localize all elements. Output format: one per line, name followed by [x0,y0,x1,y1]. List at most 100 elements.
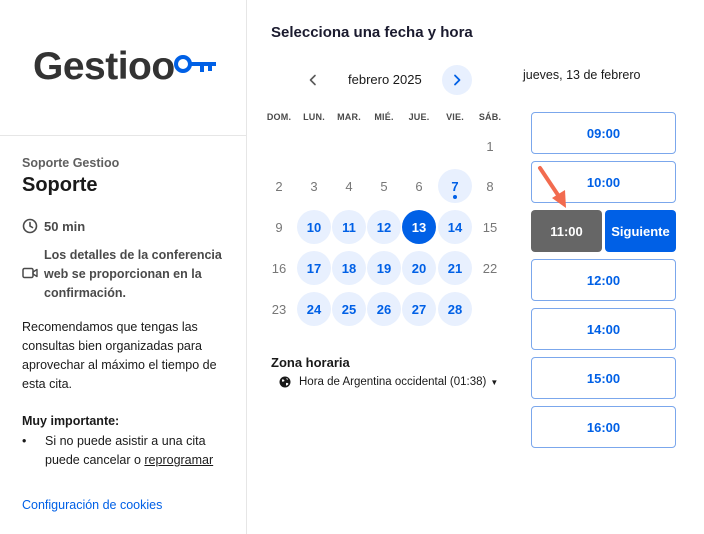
calendar-day: 6 [402,169,436,203]
calendar-day-number: 6 [415,178,423,194]
chevron-right-icon [454,74,461,86]
selected-date-label: jueves, 13 de febrero [523,68,641,82]
calendar-day-available[interactable]: 28 [438,292,472,326]
logo-text: Gestioo [33,45,175,88]
page-title: Selecciona una fecha y hora [271,24,473,41]
calendar-day-number: 2 [275,178,283,194]
calendar-day-number: 25 [341,301,357,317]
calendar-day-available[interactable]: 11 [332,210,366,244]
caret-down-icon: ▼ [490,377,499,387]
calendar-day-selected[interactable]: 13 [402,210,436,244]
calendar-day-number: 20 [411,260,427,276]
weekday-header: MAR. [337,112,361,122]
important-item: • Si no puede asistir a una cita puede c… [22,432,237,470]
weekday-header: JUE. [408,112,430,122]
duration-text: 50 min [44,218,86,234]
calendar-day-number: 21 [447,260,463,276]
calendar-day: 16 [262,251,296,285]
weekday-header: VIE. [446,112,464,122]
calendar-day-today[interactable]: 7 [438,169,472,203]
next-month-button[interactable] [442,65,472,95]
calendar-day-number: 11 [342,219,356,235]
calendar-day: 2 [262,169,296,203]
duration: 50 min [22,218,85,234]
calendar-day: 3 [297,169,331,203]
time-slot[interactable]: 09:00 [531,112,676,154]
weekday-header: LUN. [303,112,325,122]
time-slot-selected[interactable]: 11:00 [531,210,602,252]
calendar-day: 4 [332,169,366,203]
calendar-day-available[interactable]: 19 [367,251,401,285]
event-owner: Soporte Gestioo [22,156,120,170]
important-title: Muy importante: [22,414,120,428]
calendar-day-number: 18 [341,260,357,276]
calendar-day-available[interactable]: 10 [297,210,331,244]
calendar-day: 23 [262,292,296,326]
calendar-day: 22 [473,251,507,285]
important-text-wrap: Si no puede asistir a una cita puede can… [45,432,237,470]
key-icon [173,52,218,81]
calendar-day-available[interactable]: 26 [367,292,401,326]
weekday-header: DOM. [266,112,292,122]
calendar-day: 1 [473,129,507,163]
gestioo-logo: Gestioo [33,47,218,86]
timezone-value: Hora de Argentina occidental (01:38) [299,376,487,388]
logo-area: Gestioo [0,0,246,136]
calendar-day-available[interactable]: 18 [332,251,366,285]
timezone-select[interactable]: Hora de Argentina occidental (01:38) ▼ [279,376,498,388]
calendar-day-number: 10 [306,219,322,235]
calendar-day-number: 23 [271,301,287,317]
calendar-day-available[interactable]: 12 [367,210,401,244]
calendar-day-available[interactable]: 27 [402,292,436,326]
calendar-day-available[interactable]: 24 [297,292,331,326]
calendar-day: 9 [262,210,296,244]
calendar-day-number: 7 [451,178,459,194]
calendar-day-number: 12 [376,219,392,235]
calendar-day-number: 15 [482,219,498,235]
event-details-panel: Gestioo Soporte Gestioo Soporte 50 min L… [0,0,247,534]
calendar-day: 15 [473,210,507,244]
calendar-day-number: 9 [275,219,283,235]
timezone-title: Zona horaria [271,355,350,370]
conference-info: Los detalles de la conferencia web se pr… [22,246,232,303]
calendar-day-number: 19 [376,260,392,276]
prev-month-button[interactable] [300,67,326,93]
bullet: • [22,434,27,448]
today-dot [453,195,457,199]
time-slot[interactable]: 12:00 [531,259,676,301]
calendar-day-number: 1 [486,138,494,154]
calendar-day-number: 8 [486,178,494,194]
calendar-day-number: 14 [447,219,463,235]
time-slot[interactable]: 15:00 [531,357,676,399]
month-label: febrero 2025 [348,72,422,87]
calendar-day-available[interactable]: 25 [332,292,366,326]
next-button[interactable]: Siguiente [605,210,676,252]
event-title: Soporte [22,174,98,196]
calendar-day-number: 3 [310,178,318,194]
recommendation-text: Recomendamos que tengas las consultas bi… [22,320,217,391]
calendar-day-number: 27 [411,301,427,317]
calendar-day-number: 26 [376,301,392,317]
calendar-day-number: 22 [482,260,498,276]
cookie-settings-link[interactable]: Configuración de cookies [22,498,162,512]
chevron-left-icon [309,74,316,86]
pointer-arrow-icon [538,166,566,208]
calendar-day-number: 17 [306,260,322,276]
calendar-day-available[interactable]: 14 [438,210,472,244]
calendar-day-number: 5 [380,178,388,194]
calendar-day-number: 24 [306,301,322,317]
reschedule-link[interactable]: reprogramar [144,453,213,467]
time-slot[interactable]: 14:00 [531,308,676,350]
calendar-day-available[interactable]: 21 [438,251,472,285]
clock-icon [22,218,38,234]
video-icon [22,266,44,303]
globe-icon [279,376,291,388]
calendar-day: 5 [367,169,401,203]
weekday-header: SÁB. [478,112,502,122]
calendar-day-number: 4 [345,178,353,194]
weekday-header: MIÉ. [374,112,394,122]
time-slot[interactable]: 16:00 [531,406,676,448]
calendar-day-available[interactable]: 17 [297,251,331,285]
calendar-day-available[interactable]: 20 [402,251,436,285]
calendar-day: 8 [473,169,507,203]
